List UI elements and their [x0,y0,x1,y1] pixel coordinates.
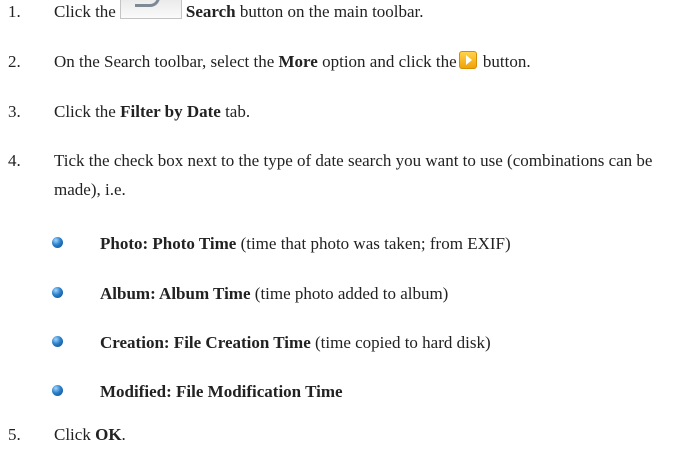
step-bold-term: Filter by Date [120,102,221,121]
step-4: 4. Tick the check box next to the type o… [8,146,683,204]
step-text: Click the [54,2,116,21]
bullet-bold-term: Modified: File Modification Time [100,382,343,401]
step-text: Click [54,425,96,444]
bullet-description: (time photo added to album) [250,284,449,303]
step-number: 4. [8,151,21,170]
step-text: option and click the [317,52,457,71]
step-text: . [121,425,126,444]
bullet-description: (time copied to hard disk) [310,333,491,352]
bullet-item-album: Album: Album Time (time photo added to a… [52,279,682,308]
step-5: 5. Click OK. [8,420,683,449]
bullet-bold-term: Creation: File Creation Time [100,333,311,352]
step-number: 2. [8,52,21,71]
step-bold-term: Search [185,2,236,21]
blue-ball-bullet-icon [52,237,63,248]
step-2: 2. On the Search toolbar, select the Mor… [8,47,683,76]
blue-ball-bullet-icon [52,336,63,347]
blue-ball-bullet-icon [52,287,63,298]
instructions-document: 1. Click the Search button on the main to… [0,0,689,451]
search-toolbar-icon [119,0,182,19]
orange-play-icon [458,51,477,69]
bullet-item-modified: Modified: File Modification Time [52,377,682,406]
step-bold-term: More [278,52,318,71]
bullet-bold-term: Album: Album Time [100,284,251,303]
blue-ball-bullet-icon [52,385,63,396]
step-text: Click the [54,102,121,121]
step-1: 1. Click the Search button on the main to… [8,0,683,26]
bullet-item-creation: Creation: File Creation Time (time copie… [52,328,682,357]
step-number: 3. [8,102,21,121]
step-3: 3. Click the Filter by Date tab. [8,97,683,126]
step-text: Tick the check box next to the type of d… [54,151,653,199]
bullet-item-photo: Photo: Photo Time (time that photo was t… [52,229,682,258]
step-bold-term: OK [95,425,122,444]
bullet-description: (time that photo was taken; from EXIF) [236,234,511,253]
step-text: button on the main toolbar. [235,2,424,21]
step-text: On the Search toolbar, select the [54,52,279,71]
step-text: tab. [220,102,251,121]
bullet-bold-term: Photo: Photo Time [100,234,237,253]
step-number: 5. [8,425,21,444]
step-text: button. [478,52,531,71]
step-number: 1. [8,2,21,21]
